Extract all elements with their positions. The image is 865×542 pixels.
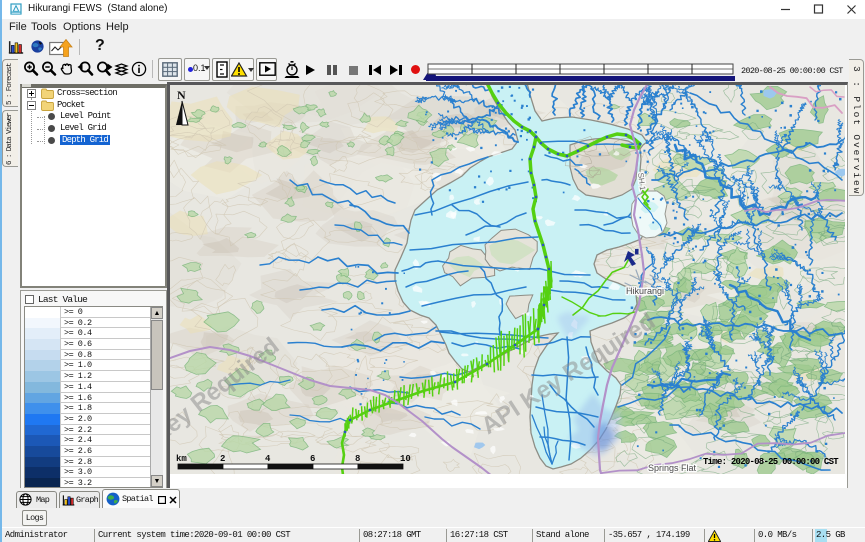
- svg-text:2020-08-25 00:00:00 CST: 2020-08-25 00:00:00 CST: [741, 66, 843, 76]
